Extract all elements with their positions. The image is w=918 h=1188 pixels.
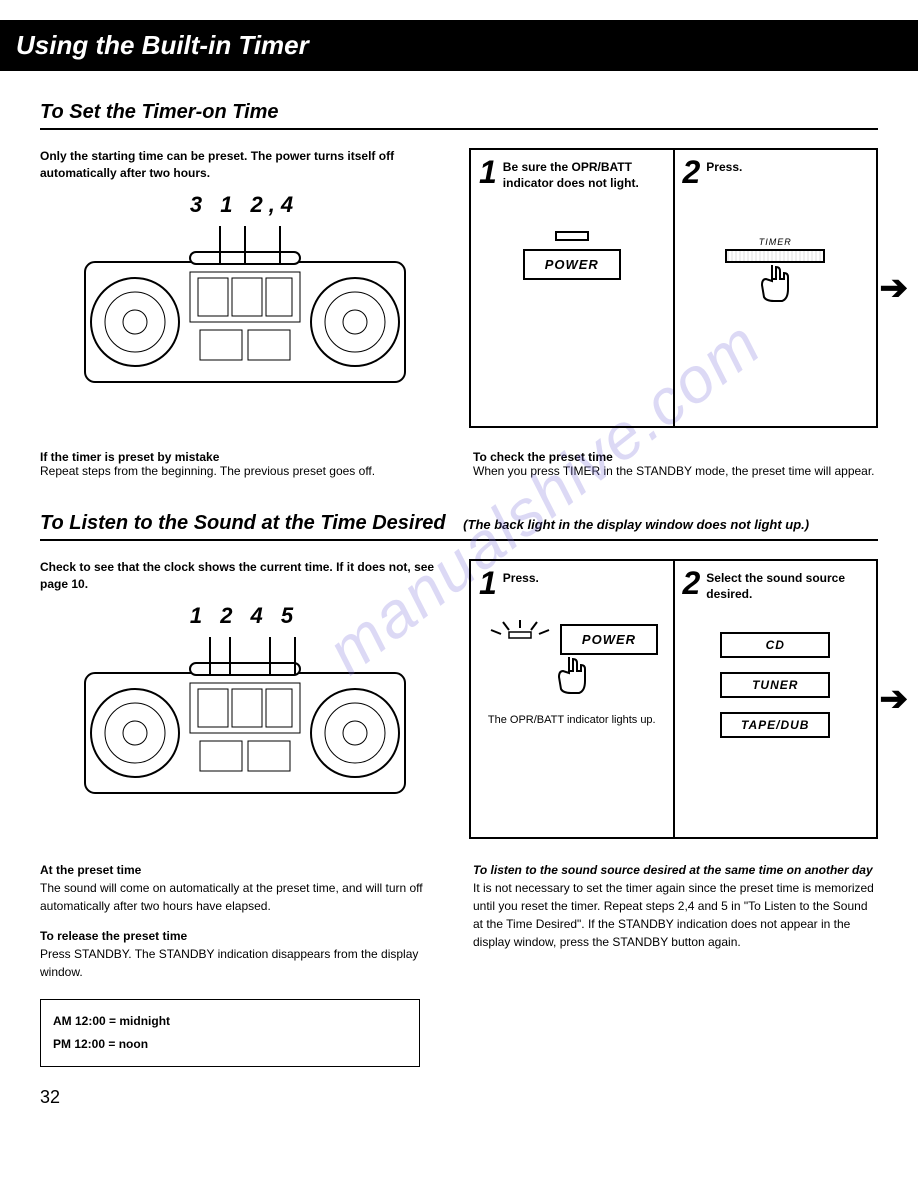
power-button[interactable]: POWER <box>523 249 621 280</box>
s1-rightnote-h: To check the preset time <box>473 450 613 464</box>
s2-foot-r1h: To listen to the sound source desired at… <box>473 863 873 877</box>
s2-step1-text: Press. <box>503 569 539 587</box>
tuner-button[interactable]: TUNER <box>720 672 830 698</box>
power-button-2[interactable]: POWER <box>560 624 658 655</box>
timer-label: TIMER <box>683 237 869 247</box>
step2-text: Press. <box>706 158 742 176</box>
step2-num: 2 <box>683 158 701 187</box>
s1-leftnote-t: Repeat steps from the beginning. The pre… <box>40 464 375 478</box>
page-number: 32 <box>40 1087 878 1108</box>
s2-step2-text: Select the sound source desired. <box>706 569 868 602</box>
timer-button[interactable] <box>725 249 825 263</box>
s2-step2-num: 2 <box>683 569 701 598</box>
s2-foot-l1h: At the preset time <box>40 863 141 877</box>
indicator-rect <box>555 231 589 241</box>
section2-intro: Check to see that the clock shows the cu… <box>40 559 449 593</box>
step1-text: Be sure the OPR/BATT indicator does not … <box>503 158 665 191</box>
boombox-icon-2 <box>80 633 410 803</box>
s2-step1-num: 1 <box>479 569 497 598</box>
arrow-right-icon-2: ➔ <box>880 679 909 719</box>
title-bar: Using the Built-in Timer <box>0 20 918 71</box>
section2-step-box: 1 Press. POWER Th <box>469 559 878 839</box>
s2-foot-l2h: To release the preset time <box>40 929 187 943</box>
s1-rightnote-t: When you press TIMER in the STANDBY mode… <box>473 464 875 478</box>
section1-device-numbers: 3 1 2,4 <box>40 192 449 218</box>
s2-foot-l2t: Press STANDBY. The STANDBY indication di… <box>40 947 418 979</box>
hand-press-icon-2 <box>549 651 595 697</box>
hand-press-icon <box>752 259 798 305</box>
pm-row: PM 12:00 = noon <box>53 1037 148 1051</box>
s2-foot-r1t: It is not necessary to set the timer aga… <box>473 881 874 949</box>
tape-dub-button[interactable]: TAPE/DUB <box>720 712 830 738</box>
step1-num: 1 <box>479 158 497 187</box>
arrow-right-icon: ➔ <box>880 268 909 308</box>
rays-icon <box>485 618 555 640</box>
section2-heading: To Listen to the Sound at the Time Desir… <box>40 512 878 541</box>
boombox-icon <box>80 222 410 392</box>
section1-step-box: 1 Be sure the OPR/BATT indicator does no… <box>469 148 878 428</box>
s2-foot-l1t: The sound will come on automatically at … <box>40 881 423 913</box>
section1-heading: To Set the Timer-on Time <box>40 101 878 130</box>
cd-button[interactable]: CD <box>720 632 830 658</box>
s1-leftnote-h: If the timer is preset by mistake <box>40 450 219 464</box>
indicator-text: The OPR/BATT indicator lights up. <box>479 713 665 728</box>
section2-heading-note: (The back light in the display window do… <box>463 517 809 532</box>
section2-device-numbers: 1 2 4 5 <box>40 603 449 629</box>
time-table: AM 12:00 = midnight PM 12:00 = noon <box>40 999 420 1067</box>
am-row: AM 12:00 = midnight <box>53 1014 170 1028</box>
section2-heading-text: To Listen to the Sound at the Time Desir… <box>40 512 446 534</box>
section1-intro: Only the starting time can be preset. Th… <box>40 148 449 182</box>
